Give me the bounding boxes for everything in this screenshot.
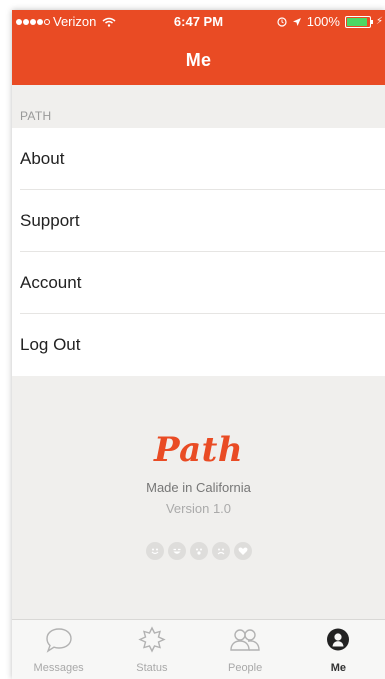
tab-label: Me — [330, 662, 347, 674]
tab-label: People — [227, 662, 263, 674]
menu-item-label: Account — [20, 273, 82, 292]
battery-fill — [346, 17, 367, 26]
battery-percent: 100% — [306, 14, 340, 29]
menu-item-label: Log Out — [20, 335, 81, 354]
menu-item-label: Support — [20, 211, 80, 230]
status-icon — [138, 626, 166, 653]
tab-status[interactable]: Status — [105, 620, 198, 679]
menu-item-log-out[interactable]: Log Out — [12, 314, 385, 376]
page-title: Me — [185, 50, 212, 70]
tab-me[interactable]: Me — [292, 620, 385, 679]
menu-item-about[interactable]: About — [12, 128, 385, 190]
menu-item-account[interactable]: Account — [12, 252, 385, 314]
charging-icon: ⚡ — [375, 16, 383, 27]
menu-list: About Support Account Log Out — [12, 128, 385, 376]
location-arrow-icon — [292, 17, 301, 26]
status-bar: Verizon 6:47 PM 100% ⚡ — [12, 10, 385, 32]
menu-item-support[interactable]: Support — [12, 190, 385, 252]
messages-icon — [45, 628, 72, 653]
love-emotion-icon — [233, 542, 252, 560]
version-text: Version 1.0 — [165, 501, 232, 516]
menu-item-label: About — [20, 149, 65, 168]
alarm-icon — [277, 16, 287, 27]
happy-emotion-icon — [145, 542, 164, 560]
sad-emotion-icon — [211, 542, 230, 560]
people-icon — [230, 629, 260, 651]
path-logo: Path — [153, 430, 244, 470]
header: Verizon 6:47 PM 100% ⚡ Me — [12, 10, 385, 85]
surprise-emotion-icon — [189, 542, 208, 560]
tab-messages[interactable]: Messages — [12, 620, 105, 679]
tab-people[interactable]: People — [199, 620, 292, 679]
brand-block: Path Made in California Version 1.0 — [12, 430, 385, 516]
tab-label: Status — [136, 662, 168, 674]
laugh-emotion-icon — [167, 542, 186, 560]
made-in-text: Made in California — [146, 480, 251, 495]
battery-icon — [344, 15, 373, 28]
section-header: PATH — [12, 85, 385, 128]
section-header-label: PATH — [20, 109, 52, 123]
tab-label: Messages — [33, 662, 84, 674]
status-right: 100% ⚡ — [277, 14, 383, 29]
phone-screen: Verizon 6:47 PM 100% ⚡ Me PATH About Sup… — [12, 10, 385, 679]
me-icon — [327, 628, 350, 651]
tab-bar: Messages Status People Me — [12, 619, 385, 679]
emotions-row — [12, 542, 385, 560]
